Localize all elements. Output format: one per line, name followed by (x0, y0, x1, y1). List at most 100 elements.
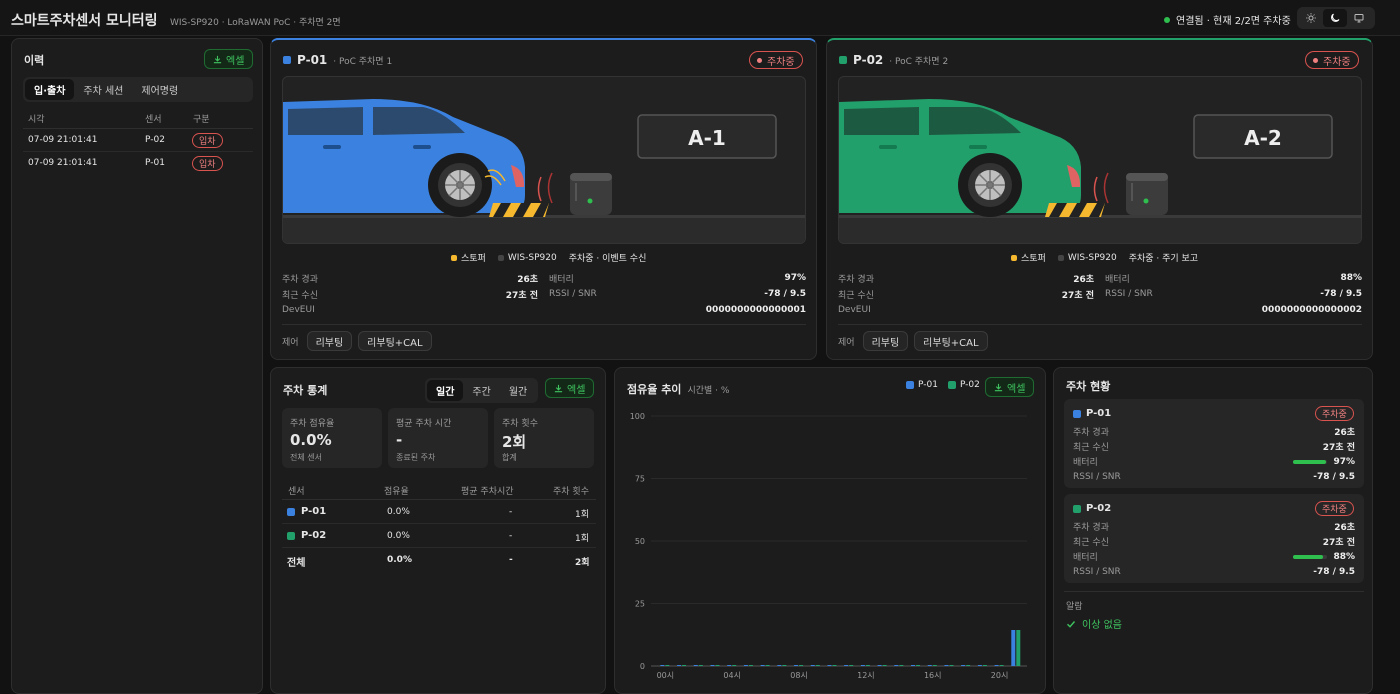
col-type: 구분 (193, 115, 210, 125)
elapsed-value: 26초 (517, 274, 538, 285)
table-row[interactable]: 07-09 21:01:41 P-01 입차 (23, 152, 253, 175)
app-header: 스마트주차센서 모니터링 WIS-SP920 · LoRaWAN PoC · 주… (0, 0, 1400, 36)
download-icon (994, 383, 1003, 391)
stat-count: 주차 횟수 2회 합계 (494, 408, 594, 468)
bar-p-01 (827, 665, 832, 666)
spot-desc: · PoC 주차면 1 (333, 56, 393, 67)
status-item-p02[interactable]: P-02 주차중 주차 경과 26초 최근 수신 27초 전 배터리 88% RSS… (1064, 494, 1364, 583)
reboot-cal-button[interactable]: 리부팅+CAL (358, 331, 432, 351)
y-tick-label: 0 (640, 662, 645, 671)
status-item-p01[interactable]: P-01 주차중 주차 경과 26초 최근 수신 27초 전 배터리 97% RSS… (1064, 399, 1364, 488)
reboot-button[interactable]: 리부팅 (862, 331, 909, 351)
period-monthly[interactable]: 월간 (500, 380, 536, 401)
entry-badge: 입차 (192, 133, 223, 148)
status-badge: 주차중 (1315, 406, 1354, 421)
bar-p-02 (832, 665, 837, 666)
spot-desc: · PoC 주차면 2 (889, 56, 949, 67)
period-weekly[interactable]: 주간 (463, 380, 499, 401)
legend-p01-swatch (906, 381, 914, 389)
bar-p-01 (961, 665, 966, 666)
bar-p-01 (911, 665, 916, 666)
bar-p-01 (660, 665, 665, 666)
bar-p-02 (999, 665, 1004, 666)
spot-status-badge: 주차중 (749, 51, 803, 69)
deveui-value: 0000000000000001 (705, 305, 806, 315)
connection-status: 연결됨 · 현재 2/2면 주차중 (1176, 16, 1291, 27)
parking-status-panel: 주차 현황 P-01 주차중 주차 경과 26초 최근 수신 27초 전 배터리 9… (1053, 367, 1373, 694)
table-row[interactable]: 07-09 21:01:41 P-02 입차 (23, 129, 253, 152)
bar-p-02 (916, 665, 921, 666)
y-tick-label: 100 (630, 412, 645, 421)
table-row[interactable]: P-02 0.0% - 1회 (282, 524, 596, 548)
stats-export-button[interactable]: 엑셀 (545, 378, 595, 398)
history-panel: 이력 엑셀 입·출차 주차 세션 제어명령 시각 센서 구분 07-09 21:… (11, 38, 263, 694)
bar-p-01 (794, 665, 799, 666)
bar-p-02 (949, 665, 954, 666)
history-title: 이력 (24, 54, 45, 67)
bar-p-01 (977, 665, 982, 666)
y-tick-label: 25 (635, 600, 645, 609)
monitor-icon (1354, 14, 1364, 23)
bar-p-01 (710, 665, 715, 666)
table-row[interactable]: P-01 0.0% - 1회 (282, 500, 596, 524)
battery-value: 88% (1340, 273, 1362, 283)
tab-control-commands[interactable]: 제어명령 (132, 79, 187, 100)
spot-color-marker (283, 56, 291, 64)
table-total-row: 전체 0.0% - 2회 (287, 555, 590, 569)
bar-p-02 (799, 665, 804, 666)
parking-scene: A-1 (282, 76, 806, 244)
elapsed-value: 26초 (1073, 274, 1094, 285)
spot-sign: A-2 (1244, 126, 1282, 150)
theme-dark-button[interactable] (1323, 9, 1347, 27)
spot-sign: A-1 (688, 126, 726, 150)
bar-p-01 (693, 665, 698, 666)
theme-light-button[interactable] (1299, 9, 1323, 27)
chart-subtitle: 시간별 · % (687, 385, 730, 396)
trend-export-button[interactable]: 엑셀 (985, 377, 1035, 397)
sun-icon (1306, 13, 1316, 23)
bar-p-02 (932, 665, 937, 666)
bar-p-02 (849, 665, 854, 666)
stats-title: 주차 통계 (283, 384, 328, 397)
spot-id: P-01 (297, 53, 328, 67)
rssi-value: -78 / 9.5 (764, 289, 806, 299)
bar-p-02 (966, 665, 971, 666)
recv-value: 27초 전 (1061, 290, 1094, 301)
bar-p-01 (860, 665, 865, 666)
page-subtitle: WIS-SP920 · LoRaWAN PoC · 주차면 2면 (170, 18, 341, 28)
reboot-cal-button[interactable]: 리부팅+CAL (914, 331, 988, 351)
tab-parking-session[interactable]: 주차 세션 (74, 79, 132, 100)
tab-entry-exit[interactable]: 입·출차 (25, 79, 75, 100)
battery-value: 97% (784, 273, 806, 283)
occupancy-bar-chart: 100 75 50 25 0 00시 04시 08시 12시 16시 20시 (630, 412, 1027, 680)
spot-color-marker (839, 56, 847, 64)
bar-p-02 (765, 665, 770, 666)
bar-p-02 (682, 665, 687, 666)
connection-dot-icon (1164, 16, 1170, 23)
chart-title: 점유율 추이 (627, 383, 682, 396)
stat-occupancy: 주차 점유율 0.0% 전체 센서 (282, 408, 382, 468)
bar-p-01 (727, 665, 732, 666)
bar-p-02 (732, 665, 737, 666)
history-export-button[interactable]: 엑셀 (204, 49, 254, 69)
col-sensor: 센서 (145, 115, 162, 125)
deveui-value: 0000000000000002 (1261, 305, 1362, 315)
alarm-value: 이상 없음 (1082, 620, 1122, 631)
spot-status-badge: 주차중 (1305, 51, 1359, 69)
bar-p-02 (815, 665, 820, 666)
theme-system-button[interactable] (1347, 9, 1371, 27)
reboot-button[interactable]: 리부팅 (306, 331, 353, 351)
bar-p-02 (698, 665, 703, 666)
bar-p-01 (677, 665, 682, 666)
bar-p-01 (760, 665, 765, 666)
status-badge: 주차중 (1315, 501, 1354, 516)
bar-p-02 (899, 665, 904, 666)
bar-p-02 (782, 665, 787, 666)
bar-p-01 (894, 665, 899, 666)
stopper-legend-icon (1011, 254, 1017, 261)
x-tick-label: 12시 (857, 671, 875, 680)
status-title: 주차 현황 (1066, 380, 1111, 393)
period-daily[interactable]: 일간 (427, 380, 464, 401)
bar-p-02 (1016, 630, 1021, 666)
bar-p-02 (865, 665, 870, 666)
